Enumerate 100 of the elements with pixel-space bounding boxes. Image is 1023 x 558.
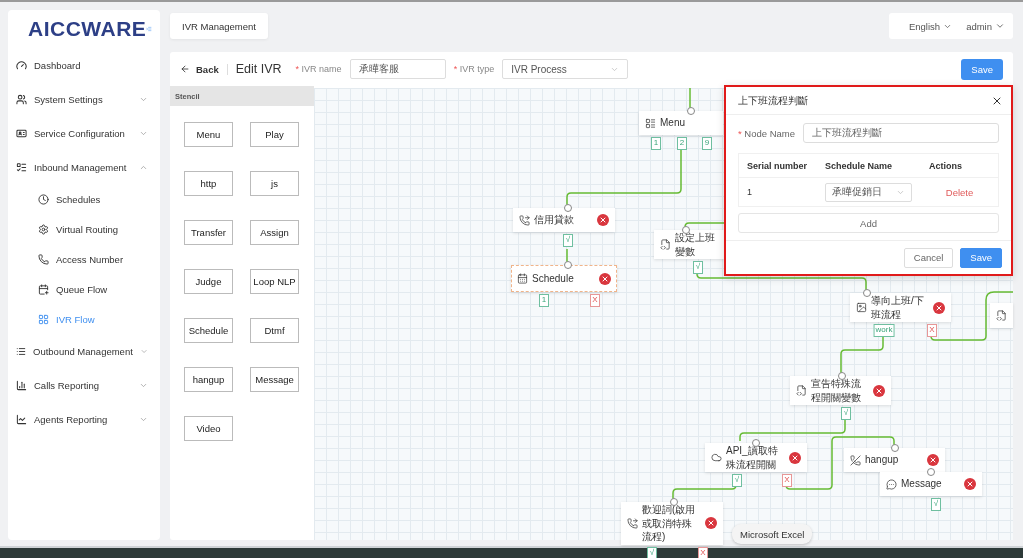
nav-icon: [16, 59, 27, 71]
variable-icon: [660, 239, 671, 250]
nav-subitem[interactable]: IVR Flow: [8, 304, 160, 334]
nav-item[interactable]: Agents Reporting: [8, 402, 160, 436]
output-port: √: [732, 474, 742, 487]
stencil-item[interactable]: Menu: [184, 122, 233, 147]
table-cell-text: 1: [746, 186, 753, 199]
node-label: Schedule: [532, 271, 575, 286]
input-field[interactable]: 上下班流程判斷: [803, 123, 999, 143]
delete-icon[interactable]: [597, 214, 609, 226]
output-port: √: [841, 407, 851, 420]
nav-icon: [16, 345, 26, 357]
node-label: API_讀取特殊流程開關: [726, 444, 779, 471]
stencil-item[interactable]: Play: [250, 122, 299, 147]
column-header: Schedule Name: [817, 154, 921, 178]
node-label: 導向上班/下班流程: [871, 294, 925, 321]
stencil-item[interactable]: Message: [250, 367, 299, 392]
nav-subitem[interactable]: Queue Flow: [8, 274, 160, 304]
output-port: √: [693, 261, 703, 274]
output-port: 1: [539, 294, 549, 307]
flow-connector: [566, 248, 568, 264]
output-port: 9: [702, 137, 712, 150]
input-port-icon: [891, 444, 899, 452]
nav-subitem[interactable]: Virtual Routing: [8, 214, 160, 244]
nav-icon: [16, 127, 27, 139]
nav-icon: [16, 93, 27, 105]
field-label: * IVR name: [295, 64, 342, 74]
nav-item[interactable]: Inbound Management: [8, 150, 160, 184]
nav-icon: [16, 161, 27, 173]
api-icon: [711, 452, 722, 463]
column-header: Actions: [921, 154, 998, 178]
language-dropdown[interactable]: English: [908, 20, 953, 32]
stencil-item[interactable]: Dtmf: [250, 318, 299, 343]
flow-node[interactable]: [990, 303, 1013, 328]
page-tab[interactable]: IVR Management: [170, 13, 268, 39]
flow-connector: [840, 334, 884, 375]
nav-icon: [16, 379, 27, 391]
output-port: 2: [677, 137, 687, 150]
nav-item[interactable]: Service Configuration: [8, 116, 160, 150]
nav-icon: [38, 223, 49, 235]
nav-subitem[interactable]: Schedules: [8, 184, 160, 214]
cancel-button[interactable]: Cancel: [903, 247, 954, 268]
delete-icon[interactable]: [599, 272, 611, 285]
node-label: Message: [901, 477, 943, 491]
stencil-item[interactable]: http: [184, 171, 233, 196]
stencil-item[interactable]: Judge: [184, 269, 233, 294]
delete-icon[interactable]: [873, 384, 885, 397]
delete-link[interactable]: Delete: [945, 186, 974, 198]
message-icon: [886, 478, 897, 490]
flow-connector: [684, 222, 725, 229]
stencil-item[interactable]: hangup: [184, 367, 233, 392]
nav-item[interactable]: System Settings: [8, 82, 160, 116]
output-port: X: [782, 474, 792, 487]
delete-icon[interactable]: [964, 478, 976, 490]
output-port: 1: [651, 137, 661, 150]
chevron-down-icon: [995, 21, 1005, 31]
menu-icon: [645, 117, 656, 129]
field-label: * Node Name: [738, 127, 796, 139]
output-port: X: [927, 324, 937, 337]
nav-subitem[interactable]: Access Number: [8, 244, 160, 274]
variable-icon: [996, 310, 1007, 321]
output-port: √: [563, 234, 573, 247]
delete-icon[interactable]: [933, 301, 945, 314]
nav-icon: [38, 283, 49, 295]
stencil-item[interactable]: Transfer: [184, 220, 233, 245]
output-port: work: [873, 324, 895, 337]
select-field[interactable]: 承曄促銷日: [825, 182, 912, 202]
delete-icon[interactable]: [789, 451, 801, 464]
node-label: 信用貸款: [534, 213, 575, 227]
input-field[interactable]: 承曄客服: [349, 59, 446, 79]
nav-icon: [38, 253, 49, 265]
node-label: 宣告特殊流程開關變數: [811, 377, 862, 404]
back-button[interactable]: Back: [180, 63, 228, 75]
stencil-item[interactable]: Assign: [250, 220, 299, 245]
user-dropdown[interactable]: admin: [966, 20, 1005, 32]
stencil-item[interactable]: js: [250, 171, 299, 196]
stencil-item[interactable]: Schedule: [184, 318, 233, 343]
nav-icon: [38, 193, 49, 205]
call-icon: [519, 214, 530, 226]
node-label: 設定上班變數: [675, 231, 716, 258]
nav-item[interactable]: Outbound Management: [8, 334, 160, 368]
flow-connector: [689, 87, 691, 110]
page-title: Edit IVR: [235, 62, 282, 76]
node-label: Menu: [660, 116, 686, 130]
delete-icon[interactable]: [705, 517, 717, 530]
output-port: √: [931, 498, 941, 511]
tooltip: Microsoft Excel: [732, 524, 813, 544]
nav-item[interactable]: Calls Reporting: [8, 368, 160, 402]
select-field[interactable]: IVR Process: [502, 59, 629, 79]
call-icon: [627, 517, 638, 529]
back-arrow-icon: [180, 64, 190, 74]
logo: AICCWARE: [28, 17, 147, 41]
nav-item[interactable]: Dashboard: [8, 48, 160, 82]
node-label: hangup: [865, 453, 900, 467]
add-button[interactable]: Add: [738, 213, 999, 233]
stencil-item[interactable]: Video: [184, 416, 233, 441]
stencil-item[interactable]: Loop NLP: [250, 269, 299, 294]
nav-icon: [38, 313, 49, 325]
hangup-icon: [850, 454, 861, 466]
delete-icon[interactable]: [927, 454, 939, 466]
